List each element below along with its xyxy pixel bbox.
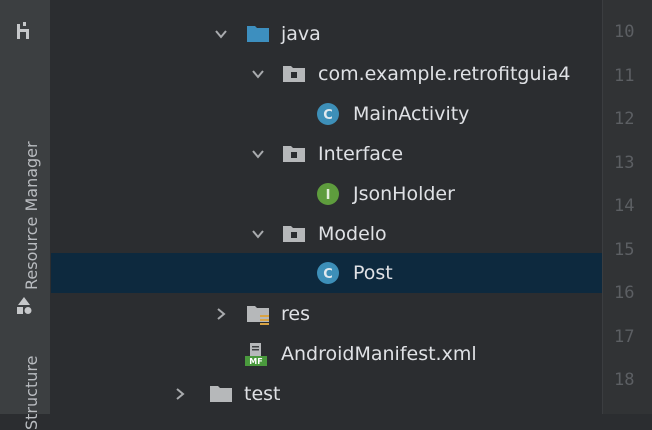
tree-item-java[interactable]: java xyxy=(51,14,602,54)
line-number: 17 xyxy=(614,326,635,347)
tree-item-modelo[interactable]: Modelo xyxy=(51,214,602,254)
chevron-down-icon[interactable] xyxy=(213,26,229,42)
tree-item-label: com.example.retrofitguia4 xyxy=(318,63,571,85)
resource-manager-tab[interactable]: Resource Manager xyxy=(22,141,41,290)
package-folder-icon xyxy=(283,226,305,242)
editor-gutter: 10 11 12 13 14 15 16 17 18 xyxy=(602,0,652,414)
tree-item-label: test xyxy=(244,383,281,405)
tree-item-post[interactable]: C Post xyxy=(51,253,602,293)
tree-item-label: Post xyxy=(353,262,393,284)
line-number: 14 xyxy=(614,196,635,216)
tree-item-label: Modelo xyxy=(318,223,387,245)
package-folder-icon xyxy=(283,66,305,82)
tool-window-strip: Resource Manager Structure xyxy=(0,0,50,430)
tree-item-manifest[interactable]: MF AndroidManifest.xml xyxy=(51,334,602,374)
line-number: 13 xyxy=(614,152,635,173)
tree-item-jsonholder[interactable]: I JsonHolder xyxy=(51,174,602,214)
line-number: 11 xyxy=(614,65,635,86)
chevron-down-icon[interactable] xyxy=(250,146,266,162)
chevron-right-icon[interactable] xyxy=(172,386,188,402)
project-tree: java com.example.retrofitguia4 C MainAct… xyxy=(51,0,602,414)
chevron-down-icon[interactable] xyxy=(250,226,266,242)
line-number: 16 xyxy=(614,283,635,303)
tree-item-label: res xyxy=(281,303,310,325)
tree-item-package[interactable]: com.example.retrofitguia4 xyxy=(51,54,602,94)
structure-tab[interactable]: Structure xyxy=(22,356,41,430)
chevron-right-icon[interactable] xyxy=(213,306,229,322)
svg-text:MF: MF xyxy=(249,357,262,366)
line-number: 15 xyxy=(614,239,635,260)
resources-folder-icon xyxy=(247,306,269,325)
folder-icon xyxy=(210,386,232,402)
class-icon: C xyxy=(317,262,339,284)
interface-icon: I xyxy=(317,183,339,205)
tree-item-test[interactable]: test xyxy=(51,374,602,414)
tree-item-interface[interactable]: Interface xyxy=(51,134,602,174)
tree-item-label: MainActivity xyxy=(353,103,470,125)
class-icon: C xyxy=(317,103,339,125)
tree-item-label: AndroidManifest.xml xyxy=(281,343,477,365)
shapes-icon[interactable] xyxy=(14,296,34,316)
folder-icon xyxy=(247,26,269,42)
svg-text:C: C xyxy=(323,108,333,123)
line-number: 18 xyxy=(614,370,635,390)
tree-item-label: JsonHolder xyxy=(353,183,455,205)
gutter-divider xyxy=(602,0,603,414)
chevron-down-icon[interactable] xyxy=(250,66,266,82)
package-folder-icon xyxy=(283,146,305,162)
tree-item-label: Interface xyxy=(318,143,404,165)
manifest-icon: MF xyxy=(245,343,267,366)
line-number: 10 xyxy=(614,22,635,42)
line-number: 12 xyxy=(614,109,635,129)
tree-item-label: java xyxy=(281,23,321,45)
tree-item-mainactivity[interactable]: C MainActivity xyxy=(51,94,602,134)
svg-text:C: C xyxy=(323,267,333,282)
tree-item-res[interactable]: res xyxy=(51,294,602,334)
pull-requests-icon[interactable] xyxy=(14,22,34,42)
svg-text:I: I xyxy=(326,188,331,203)
